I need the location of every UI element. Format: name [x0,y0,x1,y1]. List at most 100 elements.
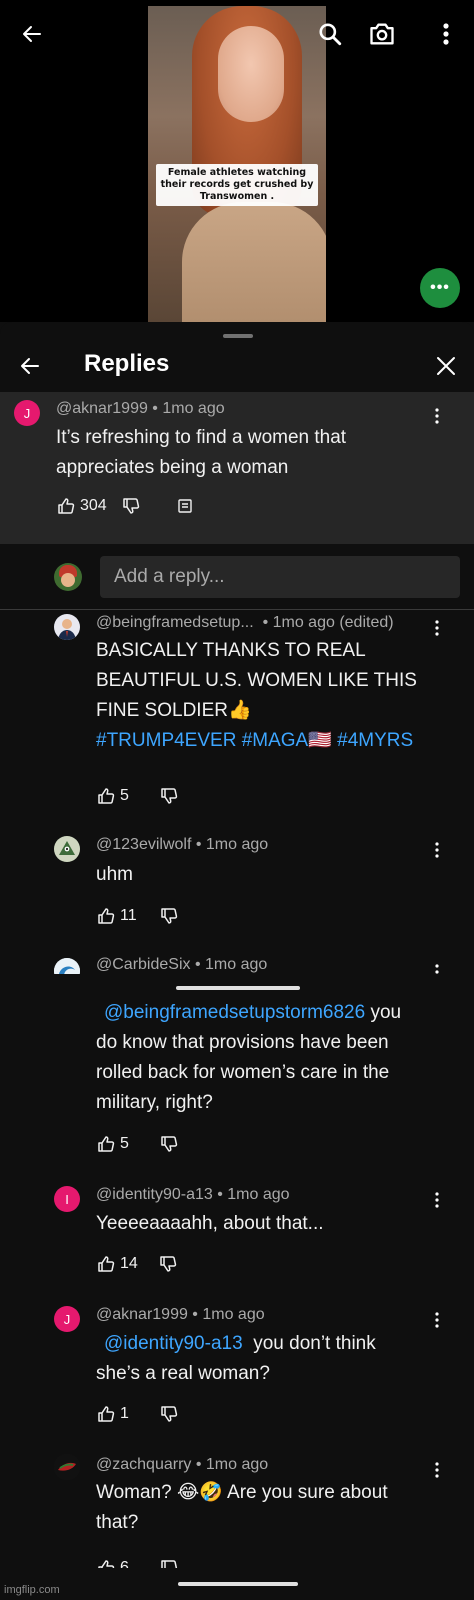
comment-actions: 6 [96,1558,179,1568]
comment-author[interactable]: @zachquarry [96,1456,191,1473]
gesture-bar [178,1582,298,1586]
comment-text: @identity90-a13 you don’t think she’s a … [96,1329,376,1389]
comment-text: It’s refreshing to find a women that app… [56,423,346,483]
comment-actions: 5 [96,1134,179,1154]
avatar[interactable] [54,614,80,640]
clipped-reply-header: @CarbideSix • 1mo ago [0,956,474,974]
arrow-left-icon[interactable] [14,16,50,52]
comment-time: 1mo ago [202,1306,265,1323]
comment-text-line: that? [96,1512,139,1533]
clipped-actions: 6 [96,1554,216,1568]
drag-handle[interactable] [223,334,253,338]
search-icon[interactable] [312,16,348,52]
comment-time: 1mo ago (edited) [272,614,394,631]
thumb-up-icon[interactable] [96,1558,116,1568]
more-vert-icon[interactable] [430,1308,444,1332]
comment-time: 1mo ago [162,400,225,417]
avatar-letter: J [63,1311,71,1327]
my-avatar [54,563,82,591]
comment-text-line: FINE SOLDIER👍 [96,700,252,721]
thumb-up-icon[interactable] [96,1134,116,1154]
more-vert-icon[interactable] [430,1188,444,1212]
comment-text-line: she’s a real woman? [96,1363,270,1384]
thumb-up-icon[interactable] [56,496,76,516]
like-count: 11 [120,907,137,924]
thumb-down-icon[interactable] [159,906,179,926]
video-area: Female athletes watching their records g… [0,0,474,322]
thumb-down-icon[interactable] [159,786,179,806]
thumb-up-icon[interactable] [96,786,116,806]
gesture-bar [176,986,300,990]
comment-author[interactable]: @aknar1999 [56,400,148,417]
comment-text-fragment: you [370,1002,402,1023]
comment-actions: 14 [96,1254,178,1274]
comment-meta: @123evilwolf • 1mo ago [96,836,269,853]
comment-text: @beingframedsetupstorm6826 you do know t… [96,998,401,1118]
sheet-title: Replies [84,350,170,377]
avatar-letter: J [23,405,31,421]
comment-text-line: military, right? [96,1092,213,1113]
add-reply-input[interactable]: Add a reply... [100,556,460,598]
thumb-up-icon[interactable] [96,1254,116,1274]
comment-meta: @zachquarry • 1mo ago [96,1456,269,1473]
like-count: 1 [120,1405,129,1422]
comment-text-line: uhm [96,864,133,885]
comment-text-line: It’s refreshing to find a women that [56,427,347,448]
avatar[interactable]: J [14,400,40,426]
thumb-down-icon[interactable] [159,1558,179,1568]
more-vert-icon[interactable] [428,16,464,52]
more-vert-icon[interactable] [430,1458,444,1482]
avatar[interactable] [54,836,80,862]
mention-link[interactable]: @beingframedsetupstorm6826 [96,1002,365,1023]
hashtag-links[interactable]: #TRUMP4EVER #MAGA🇺🇸 #4MYRS [96,726,417,756]
comment-meta: @CarbideSix • 1mo ago [96,956,268,973]
reply-icon[interactable] [175,496,195,516]
comment-meta: @beingframedsetup... • 1mo ago (edited) [96,614,394,631]
more-vert-icon[interactable] [430,616,444,640]
thumb-down-icon[interactable] [159,1134,179,1154]
avatar[interactable] [54,1454,80,1480]
thumb-up-icon[interactable] [96,1404,116,1424]
fab-label: ••• [430,279,450,296]
add-reply-row: Add a reply... [0,554,474,602]
close-icon[interactable] [428,348,464,384]
more-vert-icon[interactable] [430,404,444,428]
comment-text-line: BASICALLY THANKS TO REAL [96,640,366,661]
avatar[interactable]: J [54,1306,80,1332]
mention-link[interactable]: @identity90-a13 [96,1333,243,1354]
comment-actions: 304 [56,496,195,516]
comment-text-line: Yeeeeaaaahh, about that... [96,1213,324,1234]
comment-text: uhm [96,860,133,890]
more-vert-icon[interactable] [430,960,444,974]
more-vert-icon[interactable] [430,838,444,862]
comment-time: 1mo ago [205,836,269,853]
arrow-left-icon[interactable] [12,348,48,384]
watermark: imgflip.com [4,1584,60,1596]
more-actions-fab[interactable]: ••• [420,268,460,308]
like-count: 5 [120,1135,129,1152]
comment-text-line: Woman? 😂🤣 Are you sure about [96,1482,388,1503]
video-player[interactable]: Female athletes watching their records g… [148,6,326,322]
comment-text: Yeeeeaaaahh, about that... [96,1209,324,1239]
video-caption: Female athletes watching their records g… [156,164,318,206]
comment-time: 1mo ago [205,956,268,973]
avatar[interactable] [54,958,80,974]
comment-actions: 5 [96,786,179,806]
thumb-down-icon[interactable] [159,1404,179,1424]
comment-time: 1mo ago [205,1456,269,1473]
comment-author[interactable]: @identity90-a13 [96,1186,213,1203]
comment-author[interactable]: @123evilwolf [96,836,191,853]
comment-author[interactable]: @aknar1999 [96,1306,188,1323]
thumb-up-icon[interactable] [96,906,116,926]
comment-author[interactable]: @beingframedsetup... [96,614,254,631]
comment-text-line: appreciates being a woman [56,457,289,478]
thumb-down-icon[interactable] [158,1254,178,1274]
like-count: 6 [120,1559,129,1568]
comment-actions: 1 [96,1404,179,1424]
avatar-letter: I [65,1191,69,1207]
thumb-down-icon[interactable] [121,496,141,516]
avatar[interactable]: I [54,1186,80,1212]
comment-author[interactable]: @CarbideSix [96,956,191,973]
camera-icon[interactable] [364,16,400,52]
comment-actions: 11 [96,906,179,926]
